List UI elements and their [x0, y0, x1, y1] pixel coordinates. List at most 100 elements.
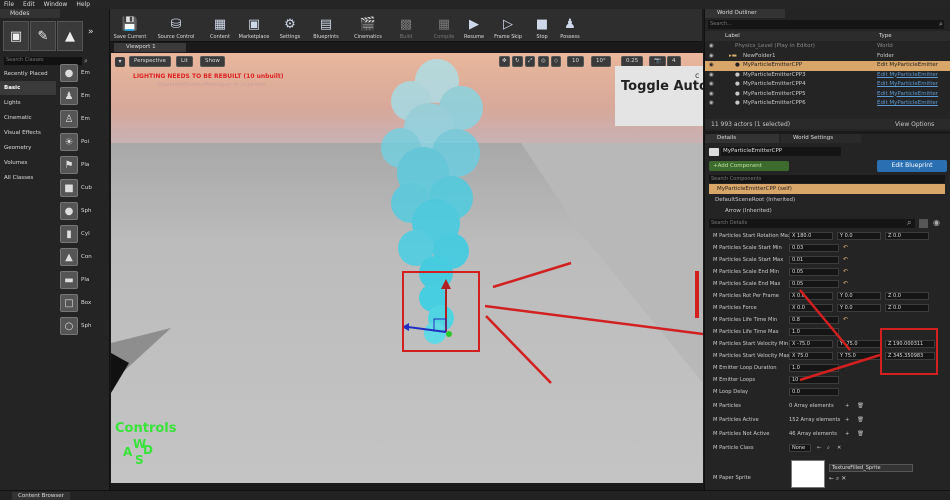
outliner-search-input[interactable]: Search...	[708, 20, 944, 29]
resume-button[interactable]: ▶ Resume	[456, 11, 492, 41]
search-components-input[interactable]: Search Components	[709, 175, 945, 183]
modes-tab[interactable]: Modes	[0, 9, 60, 18]
blueprints-button[interactable]: ▤ Blueprints	[308, 11, 344, 41]
shape-item[interactable]: ● Em	[60, 62, 110, 84]
eye-icon[interactable]: ◉	[709, 71, 714, 81]
clear-icon[interactable]: ✕	[837, 442, 841, 454]
trash-icon[interactable]: 🗑	[857, 414, 864, 426]
rotate-mode-icon[interactable]: ↻	[512, 56, 523, 67]
category-geometry[interactable]: Geometry	[0, 141, 56, 155]
component-arrow[interactable]: Arrow (Inherited)	[725, 208, 772, 214]
scale-mode-icon[interactable]: ⤢	[525, 56, 536, 67]
trash-icon[interactable]: 🗑	[857, 400, 864, 412]
shape-item[interactable]: ▬ Pla	[60, 269, 110, 291]
table-row[interactable]: ◉ ● MyParticleEmitterCPP6 Edit MyParticleEm…	[705, 99, 950, 109]
eye-icon[interactable]: ◉	[709, 52, 714, 62]
edit-blueprint-button[interactable]: Edit Blueprint	[877, 160, 947, 172]
table-row[interactable]: ◉ ▸▬ NewFolder1 Folder	[705, 52, 950, 62]
actor-name-field[interactable]: MyParticleEmitterCPP	[721, 147, 841, 156]
view-options-button[interactable]: View Options	[895, 121, 934, 128]
category-lights[interactable]: Lights	[0, 96, 56, 110]
category-all-classes[interactable]: All Classes	[0, 171, 56, 185]
world-settings-tab[interactable]: World Settings	[781, 134, 861, 143]
shape-item[interactable]: ○ Sph	[60, 315, 110, 337]
landscape-mode-icon[interactable]: ▲	[57, 21, 83, 51]
add-icon[interactable]: +	[845, 428, 849, 440]
search-details-input[interactable]: Search Details	[709, 219, 915, 228]
shape-item[interactable]: ■ Cub	[60, 177, 110, 199]
sprite-actions-icon[interactable]: ← ⌕ ✕	[829, 475, 846, 483]
table-row[interactable]: ◉ ● MyParticleEmitterCPP3 Edit MyParticleEm…	[705, 71, 950, 81]
lit-button[interactable]: Lit	[176, 56, 193, 67]
category-recently-placed[interactable]: Recently Placed	[0, 67, 56, 81]
eye-icon[interactable]: ◉	[709, 99, 714, 109]
chevron-right-icon[interactable]: »	[88, 27, 94, 37]
eye-icon[interactable]: ◉	[933, 218, 940, 227]
menu-file[interactable]: File	[4, 1, 14, 8]
rotation-snap-value[interactable]: 10°	[591, 56, 611, 67]
save-current-button[interactable]: 💾 Save Current	[112, 11, 148, 41]
category-volumes[interactable]: Volumes	[0, 156, 56, 170]
marketplace-button[interactable]: ▣ Marketplace	[234, 11, 274, 41]
add-icon[interactable]: +	[845, 400, 849, 412]
paint-mode-icon[interactable]: ✎	[30, 21, 56, 51]
menu-window[interactable]: Window	[44, 1, 68, 8]
show-button[interactable]: Show	[200, 56, 225, 67]
eye-icon[interactable]: ◉	[709, 80, 714, 90]
content-button[interactable]: ▦ Content	[202, 11, 238, 41]
source-control-button[interactable]: ⛁ Source Control	[154, 11, 198, 41]
reset-icon[interactable]: ↶	[843, 242, 848, 254]
shape-item[interactable]: ♙ Em	[60, 108, 110, 130]
shape-item[interactable]: ▲ Con	[60, 246, 110, 268]
trash-icon[interactable]: 🗑	[857, 428, 864, 440]
column-label[interactable]: Label	[725, 31, 740, 41]
reset-icon[interactable]: ↶	[843, 266, 848, 278]
sprite-thumbnail[interactable]	[791, 460, 825, 488]
table-row[interactable]: ◉ ● MyParticleEmitterCPP4 Edit MyParticleEm…	[705, 80, 950, 90]
grid-snap-value[interactable]: 10	[567, 56, 584, 67]
viewport[interactable]: ▾ Perspective Lit Show LIGHTING NEEDS TO…	[111, 53, 703, 483]
add-component-button[interactable]: +Add Component	[709, 161, 789, 171]
grid-view-icon[interactable]	[919, 219, 928, 228]
arrow-left-icon[interactable]: ←	[817, 442, 821, 454]
shape-item[interactable]: ▮ Cyl	[60, 223, 110, 245]
eye-icon[interactable]: ◉	[709, 61, 714, 71]
eye-icon[interactable]: ◉	[709, 42, 714, 52]
menu-edit[interactable]: Edit	[23, 1, 35, 8]
world-outliner-tab[interactable]: World Outliner	[705, 9, 785, 18]
surface-snap-icon[interactable]: ◇	[551, 56, 562, 67]
category-basic[interactable]: Basic	[0, 81, 56, 95]
table-row[interactable]: ◉ ● MyParticleEmitterCPP5 Edit MyParticleEm…	[705, 90, 950, 100]
viewport-tab[interactable]: Viewport 1	[114, 43, 186, 52]
shape-item[interactable]: ☀ Poi	[60, 131, 110, 153]
frame-skip-button[interactable]: ▷ Frame Skip	[490, 11, 526, 41]
settings-button[interactable]: ⚙ Settings	[272, 11, 308, 41]
shape-item[interactable]: ⚑ Pla	[60, 154, 110, 176]
component-scene-root[interactable]: DefaultSceneRoot (Inherited)	[715, 197, 795, 203]
component-self-item[interactable]: MyParticleEmitterCPP (self)	[709, 184, 945, 194]
search-icon[interactable]: ⌕	[827, 442, 830, 454]
eye-icon[interactable]: ◉	[709, 90, 714, 100]
world-local-icon[interactable]: ◎	[538, 56, 549, 67]
category-cinematic[interactable]: Cinematic	[0, 111, 56, 125]
sprite-selector[interactable]: TextureFilled_Sprite	[829, 464, 913, 472]
perspective-button[interactable]: Perspective	[129, 56, 171, 67]
menu-help[interactable]: Help	[76, 1, 90, 8]
place-mode-icon[interactable]: ▣	[3, 21, 29, 51]
cinematics-button[interactable]: 🎬 Cinematics	[348, 11, 388, 41]
reset-icon[interactable]: ↶	[843, 254, 848, 266]
details-tab[interactable]: Details	[705, 134, 779, 143]
shape-item[interactable]: ● Sph	[60, 200, 110, 222]
build-button[interactable]: ▩ Build	[388, 11, 424, 41]
possess-button[interactable]: ♟ Possess	[552, 11, 588, 41]
add-icon[interactable]: +	[845, 414, 849, 426]
translate-mode-icon[interactable]: ✥	[499, 56, 510, 67]
category-visual-effects[interactable]: Visual Effects	[0, 126, 56, 140]
shape-item[interactable]: ♟ Em	[60, 85, 110, 107]
viewport-options-icon[interactable]: ▾	[115, 57, 125, 67]
table-row-selected[interactable]: ◉ ● MyParticleEmitterCPP Edit MyParticleEmi…	[705, 61, 950, 71]
content-browser-tab[interactable]: Content Browser	[12, 492, 70, 500]
close-icon[interactable]: c	[695, 71, 699, 80]
table-row[interactable]: ◉ Physics_Level (Play in Editor) World	[705, 42, 950, 52]
shape-item[interactable]: □ Box	[60, 292, 110, 314]
